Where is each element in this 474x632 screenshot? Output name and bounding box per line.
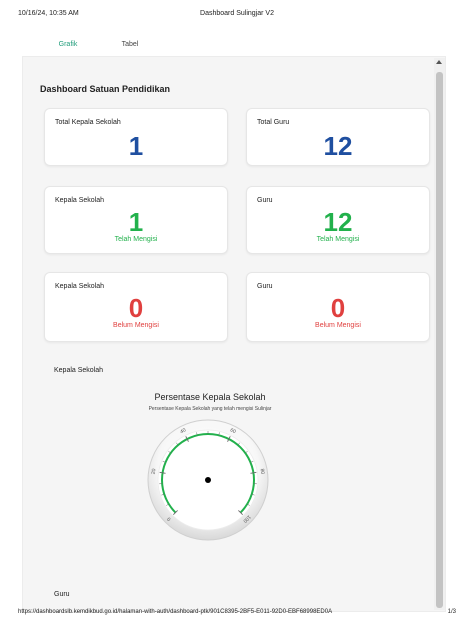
gauge-tick-label: 20: [151, 468, 158, 475]
card-label: Kepala Sekolah: [55, 197, 105, 204]
card-value: 1: [128, 207, 144, 237]
card-label: Total Kepala Sekolah: [55, 119, 121, 126]
card-value: 0: [128, 293, 144, 323]
scrollbar[interactable]: [434, 58, 445, 610]
print-url: https://dashboardslb.kemdikbud.go.id/hal…: [18, 609, 333, 615]
gauge-subtitle: Persentase Kepala Sekolah yang telah men…: [148, 406, 272, 412]
card-value: 12: [323, 131, 353, 161]
section-label-guru: Guru: [54, 591, 70, 598]
card-kepala-sekolah-telah-mengisi: Kepala Sekolah 1 Telah Mengisi: [44, 186, 228, 254]
card-value: 1: [128, 131, 144, 161]
card-label: Guru: [257, 197, 273, 204]
card-status: Telah Mengisi: [316, 236, 360, 243]
card-total-kepala-sekolah: Total Kepala Sekolah 1: [44, 108, 228, 166]
print-page-number: 1/3: [447, 609, 456, 615]
card-total-guru: Total Guru 12: [246, 108, 430, 166]
gauge-title: Persentase Kepala Sekolah: [154, 392, 266, 402]
scroll-thumb[interactable]: [436, 72, 443, 608]
gauge-chart: 02040 6080100: [147, 419, 269, 541]
gauge-tick-label: 80: [259, 468, 266, 475]
section-label-kepala-sekolah: Kepala Sekolah: [54, 367, 104, 374]
card-guru-telah-mengisi: Guru 12 Telah Mengisi: [246, 186, 430, 254]
card-label: Guru: [257, 283, 273, 290]
scroll-up-arrow-icon[interactable]: [436, 60, 442, 64]
card-value: 0: [330, 293, 346, 323]
card-label: Kepala Sekolah: [55, 283, 105, 290]
card-label: Total Guru: [257, 119, 290, 126]
gauge-needle-pivot: [205, 477, 211, 483]
print-page-title: Dashboard Sulingjar V2: [200, 10, 274, 17]
card-kepala-sekolah-belum-mengisi: Kepala Sekolah 0 Belum Mengisi: [44, 272, 228, 342]
card-guru-belum-mengisi: Guru 0 Belum Mengisi: [246, 272, 430, 342]
card-status: Belum Mengisi: [315, 322, 361, 329]
card-status: Telah Mengisi: [114, 236, 158, 243]
dashboard-title: Dashboard Satuan Pendidikan: [40, 84, 171, 94]
print-footer: https://dashboardslb.kemdikbud.go.id/hal…: [18, 609, 456, 621]
card-status: Belum Mengisi: [113, 322, 159, 329]
print-header: 10/16/24, 10:35 AM Dashboard Sulingjar V…: [18, 10, 456, 22]
card-value: 12: [323, 207, 353, 237]
